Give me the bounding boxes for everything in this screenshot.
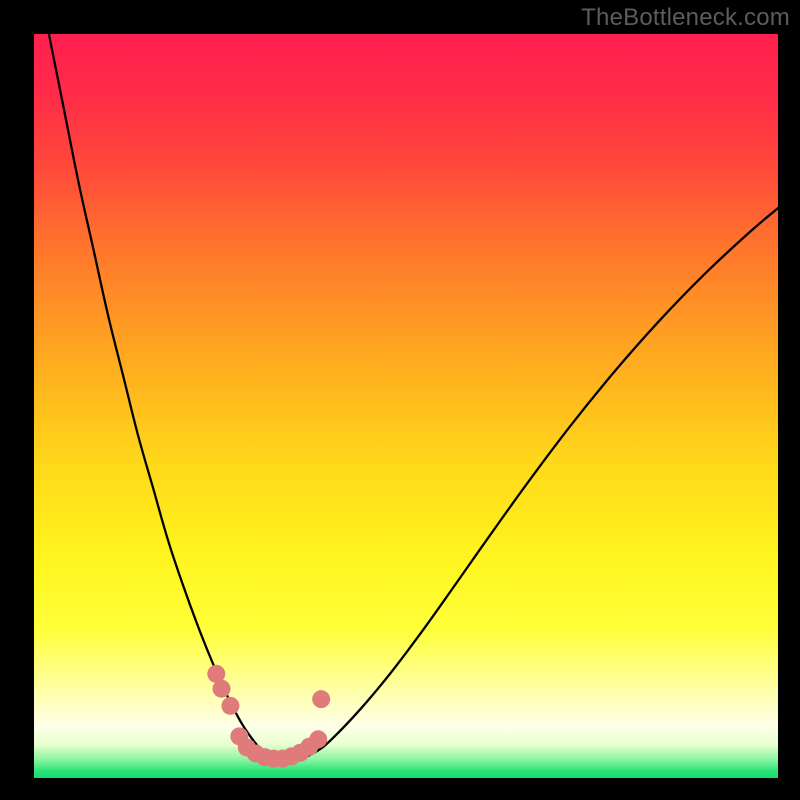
watermark-text: TheBottleneck.com — [581, 4, 790, 32]
chart-svg — [34, 34, 778, 778]
marker-dot — [312, 690, 330, 708]
marker-dot — [212, 680, 230, 698]
chart-frame: TheBottleneck.com — [0, 0, 800, 800]
marker-dot — [221, 697, 239, 715]
plot-area — [34, 34, 778, 778]
gradient-background — [34, 34, 778, 778]
marker-dot — [309, 730, 327, 748]
